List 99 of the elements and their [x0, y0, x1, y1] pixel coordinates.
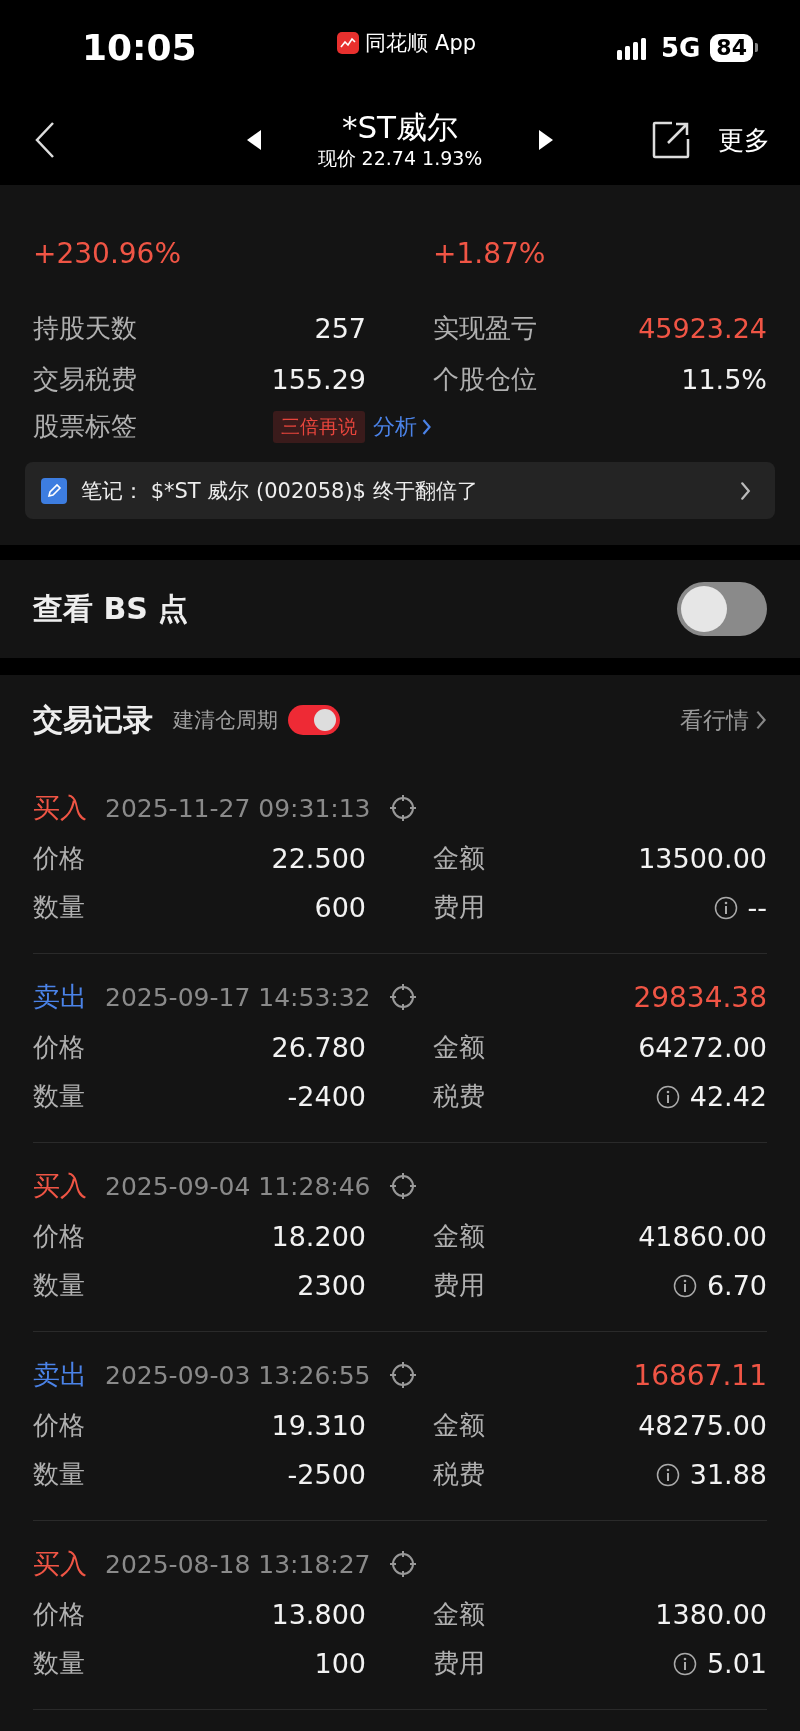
field-value: 6.70: [706, 1270, 767, 1301]
pencil-icon: [41, 477, 67, 504]
field-label: 金额: [433, 842, 485, 875]
more-button[interactable]: 更多: [718, 122, 770, 158]
bs-points-label: 查看 BS 点: [33, 589, 189, 628]
previous-triangle-icon[interactable]: [245, 129, 262, 151]
field-label: 数量: [33, 1269, 85, 1302]
field-label: 交易税费: [33, 363, 137, 396]
return-percent: +1.87%: [433, 237, 547, 272]
field-label: 金额: [433, 1409, 485, 1442]
back-to-app-label[interactable]: 同花顺 App: [365, 28, 477, 57]
bs-points-toggle[interactable]: [677, 582, 767, 636]
chevron-right-icon: [421, 417, 432, 436]
field-label: 费用: [433, 891, 485, 924]
field-value: 31.88: [689, 1459, 767, 1490]
market-link[interactable]: 看行情: [680, 704, 767, 736]
field-value: 22.500: [271, 843, 366, 874]
field-value: 600: [314, 892, 366, 923]
back-icon[interactable]: [34, 121, 56, 159]
trade-profit: 29834.38: [633, 980, 767, 1014]
trade-side: 买入: [33, 1547, 87, 1581]
return-percent: +230.96%: [33, 237, 183, 272]
field-value: -2500: [287, 1459, 366, 1490]
field-value: 155.29: [271, 364, 366, 395]
field-label: 数量: [33, 1647, 85, 1680]
next-triangle-icon[interactable]: [538, 129, 555, 151]
info-icon[interactable]: [672, 1651, 697, 1676]
info-icon[interactable]: [713, 895, 738, 920]
trade-side: 卖出: [33, 980, 87, 1014]
status-time: 10:05: [82, 27, 197, 68]
section-title: 交易记录: [33, 700, 153, 739]
trade-profit: 16867.11: [633, 1358, 767, 1392]
stock-title: *ST威尔: [341, 108, 459, 146]
field-value: -2400: [287, 1081, 366, 1112]
trade-time: 2025-09-04 11:28:46: [105, 1171, 371, 1201]
cycle-label: 建清仓周期: [173, 707, 278, 734]
field-value: --: [747, 892, 767, 923]
trade-time: 2025-08-18 13:18:27: [105, 1549, 371, 1579]
field-value: 257: [314, 313, 366, 344]
share-icon[interactable]: [652, 121, 690, 159]
field-label: 价格: [33, 1031, 85, 1064]
field-label: 数量: [33, 1080, 85, 1113]
crosshair-icon[interactable]: [388, 794, 417, 822]
crosshair-icon[interactable]: [388, 1361, 417, 1389]
field-label: 税费: [433, 1080, 485, 1113]
crosshair-icon[interactable]: [388, 1550, 417, 1578]
field-label: 价格: [33, 842, 85, 875]
field-label: 税费: [433, 1458, 485, 1491]
app-logo-icon: [337, 31, 360, 54]
field-value: 42.42: [689, 1081, 767, 1112]
field-label: 价格: [33, 1598, 85, 1631]
stock-tag[interactable]: 三倍再说: [273, 410, 365, 443]
crosshair-icon[interactable]: [388, 983, 417, 1011]
field-value: 11.5%: [681, 364, 767, 395]
trade-side: 买入: [33, 791, 87, 825]
field-value: 19.310: [271, 1410, 366, 1441]
field-label: 持股天数: [33, 312, 137, 345]
trade-time: 2025-09-17 14:53:32: [105, 982, 371, 1012]
field-label: 价格: [33, 1409, 85, 1442]
info-icon[interactable]: [672, 1273, 697, 1298]
field-value: 100: [314, 1648, 366, 1679]
crosshair-icon[interactable]: [388, 1172, 417, 1200]
battery-indicator: 84: [710, 33, 758, 62]
field-label: 数量: [33, 1458, 85, 1491]
note-bar[interactable]: 笔记： $*ST 威尔 (002058)$ 终于翻倍了: [25, 462, 775, 519]
field-label: 费用: [433, 1647, 485, 1680]
trade-side: 卖出: [33, 1358, 87, 1392]
note-text: 笔记： $*ST 威尔 (002058)$ 终于翻倍了: [81, 477, 479, 505]
field-label: 价格: [33, 1220, 85, 1253]
network-label: 5G: [660, 32, 701, 63]
field-label: 数量: [33, 891, 85, 924]
field-value: 5.01: [706, 1648, 767, 1679]
field-label: 金额: [433, 1031, 485, 1064]
field-label: 金额: [433, 1220, 485, 1253]
field-value: 26.780: [271, 1032, 366, 1063]
trade-side: 买入: [33, 1169, 87, 1203]
info-icon[interactable]: [655, 1462, 680, 1487]
field-label: 实现盈亏: [433, 312, 537, 345]
field-value: 1380.00: [655, 1599, 767, 1630]
field-label: 个股仓位: [433, 363, 537, 396]
field-value: 2300: [297, 1270, 366, 1301]
field-value: 13.800: [271, 1599, 366, 1630]
field-value: 64272.00: [638, 1032, 767, 1063]
trade-time: 2025-11-27 09:31:13: [105, 793, 371, 823]
analysis-link[interactable]: 分析: [373, 411, 432, 442]
field-label: 费用: [433, 1269, 485, 1302]
chevron-right-icon: [755, 709, 767, 731]
field-label: 股票标签: [33, 410, 138, 443]
stock-price-subtitle: 现价 22.74 1.93%: [317, 146, 483, 171]
field-value: 48275.00: [638, 1410, 767, 1441]
chevron-right-icon: [740, 480, 751, 501]
field-label: 金额: [433, 1598, 485, 1631]
trade-time: 2025-09-03 13:26:55: [105, 1360, 371, 1390]
field-value: 18.200: [271, 1221, 366, 1252]
info-icon[interactable]: [655, 1084, 680, 1109]
cycle-toggle[interactable]: [288, 705, 340, 735]
field-value: 41860.00: [638, 1221, 767, 1252]
field-value: 13500.00: [638, 843, 767, 874]
field-value: 45923.24: [638, 313, 767, 344]
